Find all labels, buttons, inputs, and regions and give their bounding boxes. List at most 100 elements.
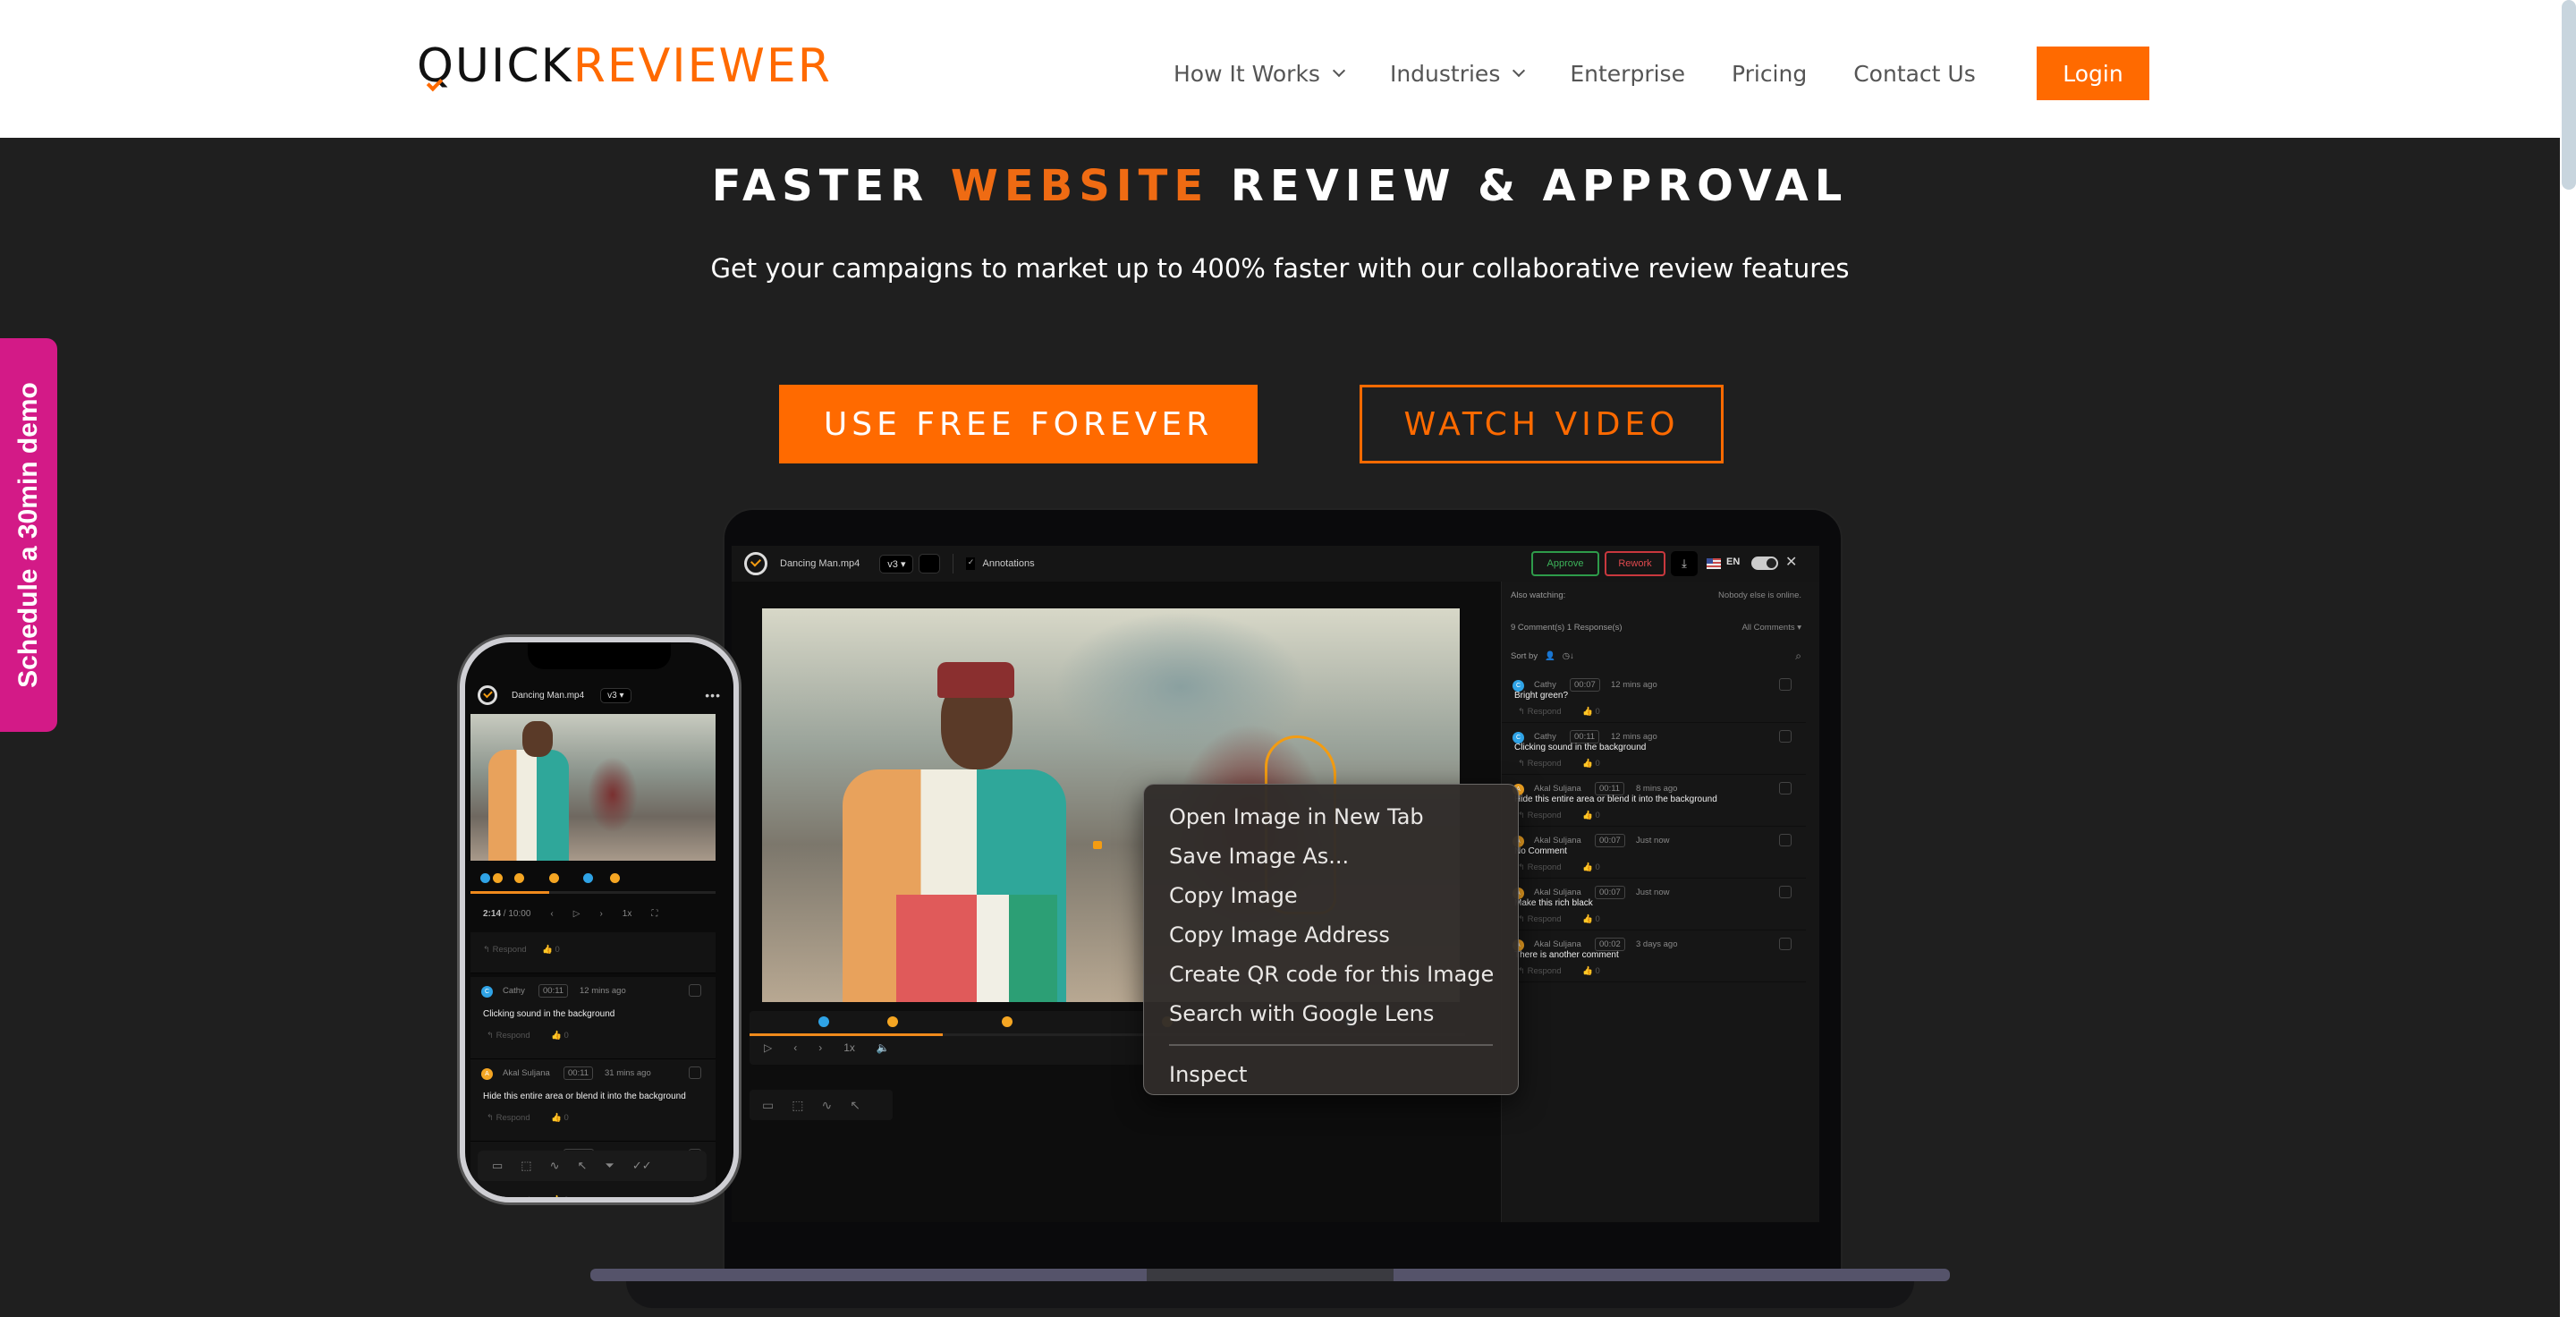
approve-button[interactable]: Approve bbox=[1531, 551, 1599, 576]
timeline-marker[interactable] bbox=[610, 873, 621, 883]
timeline-marker[interactable] bbox=[548, 873, 559, 883]
speed-button[interactable]: 1x bbox=[843, 1041, 855, 1054]
schedule-demo-tab[interactable]: Schedule a 30min demo bbox=[0, 338, 57, 732]
like-count[interactable]: 👍 0 bbox=[1582, 914, 1600, 924]
like-count[interactable]: 👍 0 bbox=[551, 1195, 569, 1197]
nav-enterprise[interactable]: Enterprise bbox=[1570, 61, 1685, 87]
respond-button[interactable]: ↰ Respond bbox=[1518, 759, 1562, 769]
resolve-checkbox[interactable] bbox=[1779, 678, 1792, 691]
use-free-forever-button[interactable]: USE FREE FOREVER bbox=[779, 385, 1258, 463]
freehand-tool-icon[interactable]: ∿ bbox=[550, 1159, 560, 1173]
comment-tool-icon[interactable]: ▭ bbox=[492, 1159, 503, 1173]
watch-video-button[interactable]: WATCH VIDEO bbox=[1360, 385, 1724, 463]
more-options-icon[interactable]: ••• bbox=[705, 688, 721, 702]
annotations-checkbox[interactable]: ✓ bbox=[966, 557, 976, 570]
resolve-checkbox[interactable] bbox=[689, 1066, 701, 1079]
fullscreen-icon[interactable]: ⛶ bbox=[651, 909, 657, 919]
timeline-marker[interactable] bbox=[818, 1016, 829, 1027]
comment-timestamp[interactable]: 00:11 bbox=[1570, 730, 1600, 743]
comment-timestamp[interactable]: 00:11 bbox=[564, 1066, 594, 1080]
phone-mockup[interactable]: Dancing Man.mp4 v3 ▾ ••• 2:14 / 10:00 ‹ … bbox=[460, 637, 739, 1202]
split-view-icon[interactable] bbox=[919, 554, 941, 574]
comment-timestamp[interactable]: 00:11 bbox=[1595, 782, 1625, 795]
language-label[interactable]: EN bbox=[1726, 557, 1740, 567]
nav-industries[interactable]: Industries bbox=[1390, 61, 1526, 87]
resolve-checkbox[interactable] bbox=[1779, 782, 1792, 794]
download-icon[interactable]: ⤓ bbox=[1671, 551, 1698, 576]
context-menu-item[interactable]: Copy Image bbox=[1144, 876, 1518, 915]
respond-button[interactable]: ↰ Respond bbox=[487, 1031, 530, 1041]
page-scrollbar[interactable] bbox=[2560, 0, 2576, 1317]
like-count[interactable]: 👍 0 bbox=[1582, 966, 1600, 976]
nav-pricing[interactable]: Pricing bbox=[1732, 61, 1807, 87]
like-count[interactable]: 👍 0 bbox=[1582, 811, 1600, 820]
scrollbar-thumb[interactable] bbox=[2562, 0, 2576, 190]
arrow-tool-icon[interactable]: ↖ bbox=[850, 1098, 860, 1113]
comment-timestamp[interactable]: 00:07 bbox=[1595, 886, 1625, 899]
next-icon[interactable]: › bbox=[818, 1041, 822, 1054]
comment-filter-select[interactable]: All Comments ▾ bbox=[1741, 623, 1801, 633]
login-button[interactable]: Login bbox=[2037, 47, 2149, 100]
comment-tool-icon[interactable]: ▭ bbox=[762, 1098, 774, 1113]
next-icon[interactable]: › bbox=[599, 909, 602, 919]
freehand-tool-icon[interactable]: ∿ bbox=[821, 1098, 832, 1113]
timeline-marker[interactable] bbox=[492, 873, 503, 883]
timeline-marker[interactable] bbox=[514, 873, 525, 883]
rectangle-tool-icon[interactable]: ⬚ bbox=[792, 1098, 803, 1113]
rework-button[interactable]: Rework bbox=[1605, 551, 1665, 576]
resolve-checkbox[interactable] bbox=[1779, 834, 1792, 846]
version-select[interactable]: v3 ▾ bbox=[600, 687, 631, 703]
respond-button[interactable]: ↰ Respond bbox=[1518, 966, 1562, 976]
nav-contact-us[interactable]: Contact Us bbox=[1853, 61, 1976, 87]
timeline-marker[interactable] bbox=[583, 873, 594, 883]
resolve-all-icon[interactable]: ✓✓ bbox=[632, 1159, 652, 1173]
rectangle-tool-icon[interactable]: ⬚ bbox=[521, 1159, 531, 1173]
like-count[interactable]: 👍 0 bbox=[1582, 862, 1600, 872]
context-menu-item-inspect[interactable]: Inspect bbox=[1144, 1055, 1518, 1094]
respond-button[interactable]: ↰ Respond bbox=[483, 945, 527, 955]
arrow-tool-icon[interactable]: ↖ bbox=[578, 1159, 588, 1173]
search-icon[interactable]: ⌕ bbox=[1795, 650, 1801, 663]
like-count[interactable]: 👍 0 bbox=[542, 945, 560, 955]
resolve-checkbox[interactable] bbox=[689, 984, 701, 997]
like-count[interactable]: 👍 0 bbox=[551, 1113, 569, 1123]
comment-timestamp[interactable]: 00:07 bbox=[1570, 678, 1600, 692]
comment-pin-icon[interactable] bbox=[1093, 841, 1102, 849]
context-menu-item[interactable]: Search with Google Lens bbox=[1144, 994, 1518, 1033]
resolve-checkbox[interactable] bbox=[1779, 938, 1792, 950]
comment-timestamp[interactable]: 00:02 bbox=[1595, 938, 1625, 951]
respond-button[interactable]: ↰ Respond bbox=[1518, 811, 1562, 820]
volume-icon[interactable]: 🔈 bbox=[877, 1041, 890, 1054]
respond-button[interactable]: ↰ Respond bbox=[1518, 707, 1562, 717]
filter-icon[interactable]: ⏷ bbox=[605, 1159, 614, 1173]
play-icon[interactable]: ▷ bbox=[764, 1041, 772, 1054]
like-count[interactable]: 👍 0 bbox=[1582, 707, 1600, 717]
user-sort-icon[interactable]: 👤 bbox=[1545, 651, 1555, 661]
time-sort-icon[interactable]: ◷↓ bbox=[1563, 651, 1574, 661]
version-select[interactable]: v3 ▾ bbox=[879, 554, 914, 574]
phone-timeline[interactable] bbox=[470, 868, 716, 904]
like-count[interactable]: 👍 0 bbox=[551, 1031, 569, 1041]
play-icon[interactable]: ▷ bbox=[573, 909, 580, 919]
speed-button[interactable]: 1x bbox=[623, 909, 632, 919]
prev-icon[interactable]: ‹ bbox=[550, 909, 553, 919]
context-menu-item[interactable]: Open Image in New Tab bbox=[1144, 797, 1518, 837]
respond-button[interactable]: ↰ Respond bbox=[1518, 862, 1562, 872]
resolve-checkbox[interactable] bbox=[1779, 886, 1792, 898]
comment-timestamp[interactable]: 00:11 bbox=[538, 984, 569, 998]
like-count[interactable]: 👍 0 bbox=[1582, 759, 1600, 769]
comment-timestamp[interactable]: 00:07 bbox=[1595, 834, 1625, 847]
context-menu-item[interactable]: Copy Image Address bbox=[1144, 915, 1518, 955]
close-icon[interactable]: ✕ bbox=[1785, 553, 1797, 571]
respond-button[interactable]: ↰ Respond bbox=[487, 1113, 530, 1123]
timeline-marker[interactable] bbox=[479, 873, 490, 883]
prev-icon[interactable]: ‹ bbox=[793, 1041, 797, 1054]
timeline-marker[interactable] bbox=[886, 1016, 898, 1027]
respond-button[interactable]: ↰ Respond bbox=[1518, 914, 1562, 924]
context-menu-item[interactable]: Create QR code for this Image bbox=[1144, 955, 1518, 994]
context-menu-item[interactable]: Save Image As... bbox=[1144, 837, 1518, 876]
quickreviewer-logo[interactable]: QUICK REVIEWER bbox=[417, 39, 832, 93]
theme-toggle[interactable] bbox=[1751, 557, 1778, 570]
respond-button[interactable]: ↰ Respond bbox=[487, 1195, 530, 1197]
timeline-marker[interactable] bbox=[1001, 1016, 1013, 1027]
